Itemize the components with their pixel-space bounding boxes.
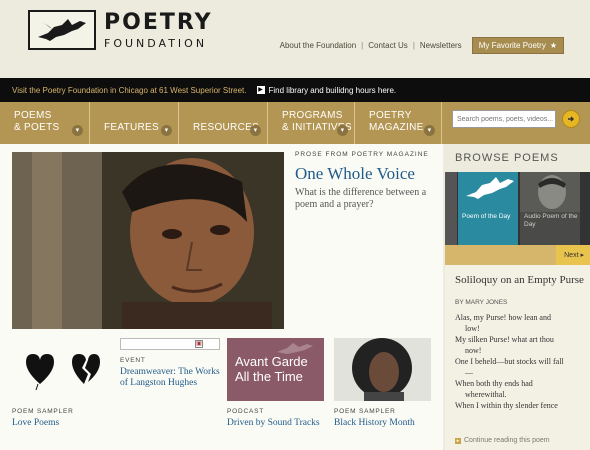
site-header: POETRY FOUNDATION About the Foundation |… bbox=[0, 0, 590, 78]
nav-programs-initiatives[interactable]: PROGRAMS & INITIATIVES ▾ bbox=[268, 102, 355, 144]
star-icon: ★ bbox=[549, 41, 557, 50]
search-icon bbox=[568, 116, 574, 122]
card-category: POEM SAMPLER bbox=[334, 408, 396, 415]
nav-poems-poets[interactable]: POEMS & POETS ▾ bbox=[0, 102, 90, 144]
chevron-down-icon: ▾ bbox=[161, 125, 172, 136]
hero-subtitle: What is the difference between a poem an… bbox=[295, 187, 427, 210]
poem-line: low! bbox=[465, 324, 480, 333]
announcement-bar: Visit the Poetry Foundation in Chicago a… bbox=[0, 78, 590, 102]
card-podcast[interactable]: PODCAST Driven by Sound Tracks bbox=[227, 408, 327, 429]
browse-heading: BROWSE POEMS bbox=[455, 152, 559, 164]
separator: | bbox=[361, 41, 364, 50]
pegasus-icon bbox=[466, 177, 514, 199]
poem-line: wherewithal. bbox=[465, 390, 507, 399]
poem-lines: Alas, my Purse! how lean and low! My sil… bbox=[455, 313, 585, 412]
broken-image: ▣ bbox=[120, 338, 220, 350]
arrow-right-icon: ▸ bbox=[455, 437, 461, 444]
card-black-history[interactable]: POEM SAMPLER Black History Month bbox=[334, 408, 434, 429]
poem-line: Alas, my Purse! how lean and bbox=[455, 313, 551, 322]
card-category: EVENT bbox=[120, 357, 146, 364]
poem-line: now! bbox=[465, 346, 482, 355]
card-title[interactable]: Love Poems bbox=[12, 418, 112, 429]
poem-line: When I within thy slender fence bbox=[455, 401, 558, 410]
nav-features[interactable]: FEATURES ▾ bbox=[90, 102, 179, 144]
chevron-down-icon: ▾ bbox=[72, 125, 83, 136]
poem-line: — bbox=[465, 368, 473, 377]
portrait-illustration bbox=[12, 152, 284, 329]
chevron-down-icon: ▾ bbox=[337, 125, 348, 136]
podcast-image-text: Avant Garde All the Time bbox=[235, 354, 308, 384]
contact-link[interactable]: Contact Us bbox=[368, 41, 408, 50]
podcast-image[interactable]: Avant Garde All the Time bbox=[227, 338, 324, 401]
card-title[interactable]: Driven by Sound Tracks bbox=[227, 418, 327, 429]
chevron-down-icon: ▾ bbox=[250, 125, 261, 136]
audio-portrait-icon bbox=[520, 172, 580, 212]
hearts-icon bbox=[26, 354, 100, 391]
thumb-label: Poem of the Day bbox=[462, 213, 511, 220]
browse-sidebar: BROWSE POEMS Poem of the Day Audio Poem … bbox=[443, 144, 590, 450]
main-content: PROSE FROM POETRY MAGAZINE One Whole Voi… bbox=[0, 144, 443, 450]
hearts-image[interactable] bbox=[20, 352, 110, 402]
next-label: Next bbox=[564, 252, 579, 259]
chevron-down-icon: ▾ bbox=[424, 125, 435, 136]
poem-line: When both thy ends had bbox=[455, 379, 533, 388]
logo-title: POETRY bbox=[104, 9, 213, 35]
arrow-right-icon: ▸ bbox=[580, 252, 584, 259]
hero-title[interactable]: One Whole Voice bbox=[295, 164, 415, 184]
carousel-nav: Next ▸ bbox=[445, 245, 590, 265]
separator: | bbox=[412, 41, 415, 50]
card-category: PODCAST bbox=[227, 408, 265, 415]
search-area bbox=[452, 110, 580, 128]
card-love-poems[interactable]: POEM SAMPLER Love Poems bbox=[12, 408, 112, 429]
nav-label-line1 bbox=[104, 110, 178, 122]
portrait-image[interactable] bbox=[334, 338, 431, 401]
featured-poem: Soliloquy on an Empty Purse BY MARY JONE… bbox=[445, 265, 590, 450]
next-button[interactable]: Next ▸ bbox=[556, 245, 590, 265]
nav-poetry-magazine[interactable]: POETRY MAGAZINE ▾ bbox=[355, 102, 442, 144]
logo-subtitle: FOUNDATION bbox=[104, 36, 208, 50]
logo[interactable]: POETRY FOUNDATION bbox=[28, 10, 218, 50]
nav-label-line1: PROGRAMS bbox=[282, 110, 343, 121]
poem-author: BY MARY JONES bbox=[455, 299, 508, 306]
nav-label-line1: POETRY bbox=[369, 110, 412, 121]
search-button[interactable] bbox=[562, 110, 580, 128]
poem-of-the-day-thumb[interactable]: Poem of the Day bbox=[458, 172, 518, 245]
poem-line: One I beheld—but stocks will fall bbox=[455, 357, 564, 366]
newsletters-link[interactable]: Newsletters bbox=[420, 41, 462, 50]
card-category: POEM SAMPLER bbox=[12, 408, 74, 415]
search-input[interactable] bbox=[452, 110, 556, 128]
visit-text[interactable]: Visit the Poetry Foundation in Chicago a… bbox=[12, 86, 247, 95]
portrait-photo-icon bbox=[334, 338, 431, 401]
thumb-label: Audio Poem of the Day bbox=[524, 213, 578, 228]
card-event[interactable]: EVENT Dreamweaver: The Works of Langston… bbox=[120, 357, 220, 389]
favorite-label: My Favorite Poetry bbox=[478, 41, 546, 50]
top-links: About the Foundation | Contact Us | News… bbox=[280, 37, 564, 54]
carousel-prev-edge[interactable] bbox=[445, 172, 457, 245]
about-link[interactable]: About the Foundation bbox=[280, 41, 357, 50]
poem-title[interactable]: Soliloquy on an Empty Purse bbox=[455, 274, 585, 287]
pegasus-logo-icon bbox=[28, 10, 96, 50]
continue-reading-link[interactable]: ▸ Continue reading this poem bbox=[455, 437, 550, 444]
broken-image-icon: ▣ bbox=[195, 340, 203, 348]
hero-image[interactable] bbox=[12, 152, 284, 329]
arrow-right-icon: ▶ bbox=[256, 86, 265, 94]
audio-poem-thumb[interactable]: Audio Poem of the Day bbox=[520, 172, 580, 245]
nav-label-line1: POEMS bbox=[14, 110, 52, 121]
card-title[interactable]: Dreamweaver: The Works of Langston Hughe… bbox=[120, 367, 220, 389]
hours-link[interactable]: Find library and builidng hours here. bbox=[269, 86, 397, 95]
continue-label: Continue reading this poem bbox=[464, 437, 550, 444]
my-favorite-poetry-button[interactable]: My Favorite Poetry ★ bbox=[471, 37, 564, 54]
hero-category: PROSE FROM POETRY MAGAZINE bbox=[295, 151, 429, 158]
nav-label-line1 bbox=[193, 110, 267, 122]
poem-line: My silken Purse! what art thou bbox=[455, 335, 554, 344]
browse-carousel: Poem of the Day Audio Poem of the Day bbox=[445, 172, 590, 245]
nav-resources[interactable]: RESOURCES ▾ bbox=[179, 102, 268, 144]
card-title[interactable]: Black History Month bbox=[334, 418, 434, 429]
